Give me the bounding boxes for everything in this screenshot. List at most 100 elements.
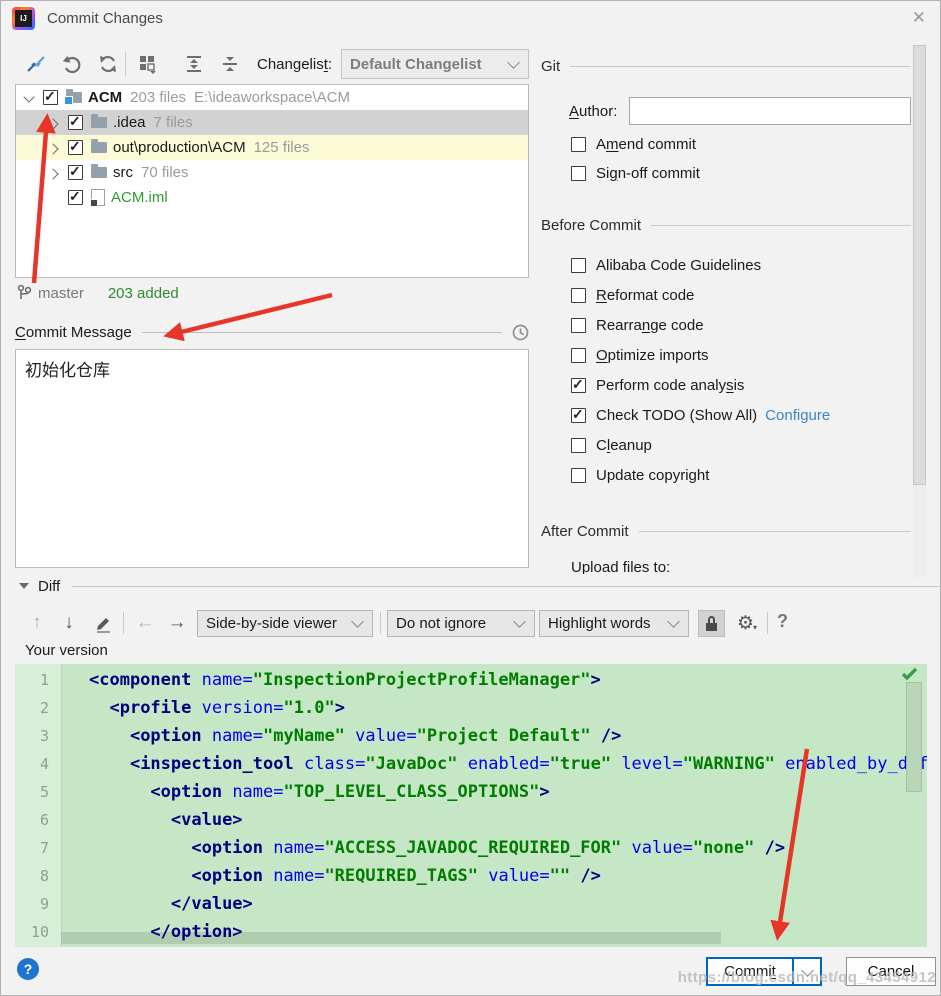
expander-spacer [47, 191, 61, 205]
changelist-value: Default Changelist [350, 56, 501, 73]
code-line: 1<component name="InspectionProjectProfi… [15, 666, 927, 694]
viewer-mode-dropdown[interactable]: Side-by-side viewer [197, 610, 373, 637]
module-folder-icon [66, 92, 82, 103]
commit-button[interactable]: Commit [708, 959, 792, 984]
option-row[interactable]: Check TODO (Show All)Configure [571, 400, 830, 430]
author-field[interactable] [629, 97, 911, 125]
tree-row[interactable]: ACM203 filesE:\ideaworkspace\ACM [16, 85, 528, 110]
node-label: .idea [113, 114, 146, 131]
message-history-clock-icon[interactable] [512, 324, 529, 341]
option-row[interactable]: Rearrange code [571, 310, 830, 340]
checkbox[interactable] [571, 137, 586, 152]
commit-split-button: Commit [706, 957, 822, 986]
commit-message-input[interactable]: 初始化仓库 [15, 349, 529, 568]
chevron-right-icon[interactable] [47, 116, 61, 130]
tree-row[interactable]: src70 files [16, 160, 528, 185]
option-label: Perform code analysis [596, 377, 744, 394]
code-line: 2 <profile version="1.0"> [15, 694, 927, 722]
option-label: Reformat code [596, 287, 694, 304]
checkbox[interactable] [571, 166, 586, 181]
refresh-icon[interactable] [95, 51, 121, 77]
line-number: 2 [15, 694, 61, 722]
highlight-mode-dropdown[interactable]: Highlight words [539, 610, 689, 637]
include-checkbox[interactable] [68, 165, 83, 180]
git-branch-icon [17, 285, 32, 301]
option-row[interactable]: Sign-off commit [571, 159, 700, 188]
option-row[interactable]: Cleanup [571, 430, 830, 460]
gear-icon[interactable]: ⚙▾ [732, 609, 762, 637]
title-bar: IJ Commit Changes ✕ [1, 1, 940, 37]
close-icon[interactable]: ✕ [912, 8, 926, 28]
commit-options-arrow[interactable] [792, 959, 820, 984]
options-scrollbar[interactable] [913, 45, 926, 577]
checkbox[interactable] [571, 468, 586, 483]
chevron-down-icon [507, 56, 520, 69]
chevron-down-icon [513, 615, 526, 628]
code-line: 6 <value> [15, 806, 927, 834]
toolbar-separator [123, 612, 124, 634]
configure-link[interactable]: Configure [765, 407, 830, 424]
rollback-icon[interactable] [59, 51, 85, 77]
code-line: 3 <option name="myName" value="Project D… [15, 722, 927, 750]
folder-icon [91, 117, 107, 128]
lock-icon[interactable] [698, 610, 725, 637]
include-checkbox[interactable] [68, 115, 83, 130]
option-row[interactable]: Update copyright [571, 460, 830, 490]
scrollbar-thumb[interactable] [913, 45, 926, 485]
next-change-icon[interactable]: ↓ [55, 609, 83, 637]
collapse-all-icon[interactable] [217, 51, 243, 77]
help-icon[interactable]: ? [777, 611, 788, 632]
checkbox[interactable] [571, 348, 586, 363]
intellij-logo-icon: IJ [12, 7, 35, 30]
line-number: 1 [15, 666, 61, 694]
code-line: 10 </option> [15, 918, 927, 946]
changes-tree[interactable]: ACM203 filesE:\ideaworkspace\ACM .idea 7 f… [15, 84, 529, 278]
chevron-right-icon[interactable] [47, 166, 61, 180]
checkbox[interactable] [571, 438, 586, 453]
chevron-right-icon[interactable] [47, 141, 61, 155]
option-row[interactable]: Amend commit [571, 130, 700, 159]
checkbox[interactable] [571, 378, 586, 393]
include-checkbox[interactable] [68, 190, 83, 205]
changelist-dropdown[interactable]: Default Changelist [341, 49, 529, 79]
option-label: Amend commit [596, 136, 696, 153]
checkbox[interactable] [571, 288, 586, 303]
help-button[interactable]: ? [17, 958, 39, 980]
option-row[interactable]: Reformat code [571, 280, 830, 310]
inspections-ok-icon [901, 667, 919, 681]
tree-row[interactable]: .idea 7 files [16, 110, 528, 135]
node-file-count: 7 files [154, 114, 193, 131]
checkbox[interactable] [571, 408, 586, 423]
option-row[interactable]: Perform code analysis [571, 370, 830, 400]
checkbox[interactable] [571, 318, 586, 333]
upload-files-label: Upload files to: [571, 559, 670, 574]
prev-change-icon[interactable]: ↑ [23, 609, 51, 637]
show-diff-icon[interactable] [23, 51, 49, 77]
branch-status-row: master 203 added [17, 283, 179, 303]
option-row[interactable]: Alibaba Code Guidelines [571, 250, 830, 280]
option-row[interactable]: Optimize imports [571, 340, 830, 370]
collapse-diff-icon[interactable] [19, 583, 29, 589]
cancel-button[interactable]: Cancel [846, 957, 936, 986]
tree-row[interactable]: ACM.iml [16, 185, 528, 210]
group-by-icon[interactable] [135, 51, 161, 77]
node-file-count: 125 files [254, 139, 310, 156]
include-checkbox[interactable] [43, 90, 58, 105]
prev-diff-icon[interactable]: ← [131, 609, 159, 637]
editor-vertical-scrollbar[interactable] [906, 682, 922, 792]
node-file-count: 203 files [130, 89, 186, 106]
commit-message-header: Commit Message [15, 322, 529, 342]
chevron-down-icon[interactable] [22, 91, 36, 105]
node-label: src [113, 164, 133, 181]
expand-all-icon[interactable] [181, 51, 207, 77]
jump-to-source-icon[interactable] [89, 609, 117, 637]
next-diff-icon[interactable]: → [163, 609, 191, 637]
diff-editor[interactable]: 1<component name="InspectionProjectProfi… [15, 664, 927, 947]
checkbox[interactable] [571, 258, 586, 273]
whitespace-policy-dropdown[interactable]: Do not ignore [387, 610, 535, 637]
include-checkbox[interactable] [68, 140, 83, 155]
diff-section-title: Diff [38, 578, 60, 595]
line-number: 8 [15, 862, 61, 890]
line-number: 5 [15, 778, 61, 806]
tree-row[interactable]: out\production\ACM125 files [16, 135, 528, 160]
